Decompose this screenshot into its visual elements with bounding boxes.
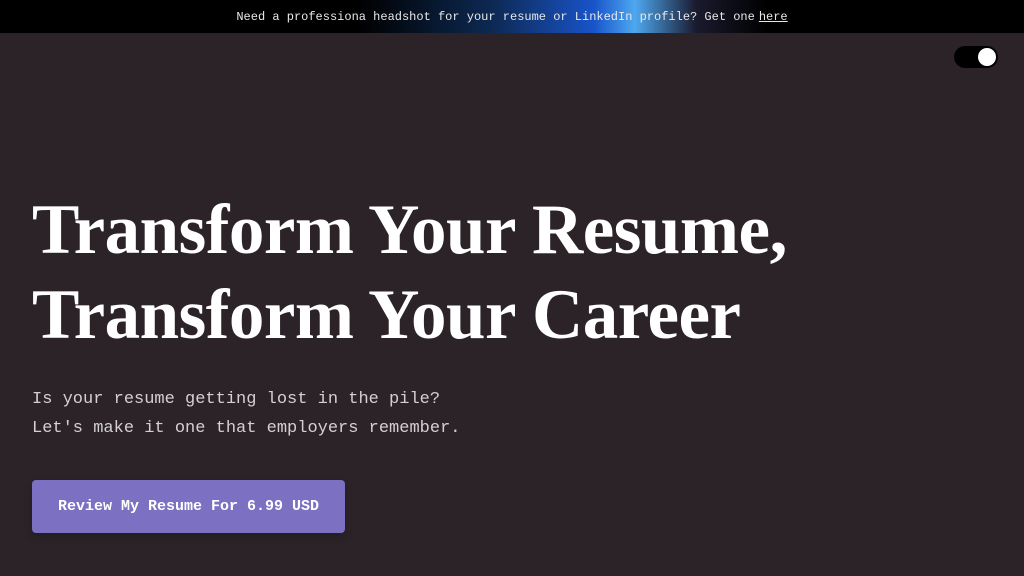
hero-headline: Transform Your Resume, Transform Your Ca… (32, 188, 992, 358)
toggle-knob (978, 48, 996, 66)
dark-mode-toggle[interactable] (954, 46, 998, 68)
banner-text: Need a professiona headshot for your res… (236, 10, 754, 24)
headline-line-2: Transform Your Career (32, 276, 741, 354)
headline-line-1: Transform Your Resume, (32, 191, 787, 269)
review-resume-button[interactable]: Review My Resume For 6.99 USD (32, 480, 345, 533)
subtext-line-2: Let's make it one that employers remembe… (32, 415, 992, 444)
hero-subtext: Is your resume getting lost in the pile?… (32, 386, 992, 444)
hero-section: Transform Your Resume, Transform Your Ca… (0, 33, 1024, 533)
banner-link[interactable]: here (759, 10, 788, 24)
promo-banner: Need a professiona headshot for your res… (0, 0, 1024, 33)
subtext-line-1: Is your resume getting lost in the pile? (32, 386, 992, 415)
